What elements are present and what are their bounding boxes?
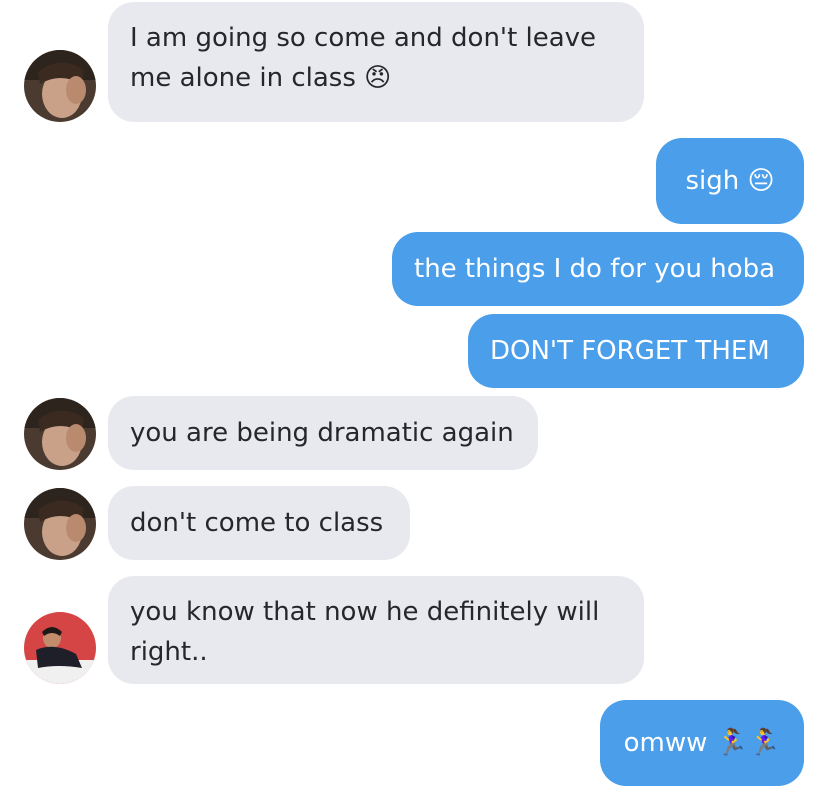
message-bubble[interactable]: you know that now he definitely will rig…	[108, 576, 644, 684]
message-bubble[interactable]: don't come to class	[108, 486, 410, 560]
avatar-photo-icon	[24, 50, 96, 122]
avatar-friend-1[interactable]	[24, 488, 96, 560]
avatar-friend-1[interactable]	[24, 398, 96, 470]
message-text: I am going so come and don't leave me al…	[130, 23, 597, 93]
message-text: the things I do for you hoba	[414, 254, 776, 284]
message-bubble[interactable]: I am going so come and don't leave me al…	[108, 2, 644, 122]
message-bubble[interactable]: omww 🏃‍♀️🏃‍♀️	[600, 700, 804, 786]
message-bubble[interactable]: DON'T FORGET THEM	[468, 314, 804, 388]
message-text: sigh 😔	[685, 166, 775, 196]
avatar-friend-1[interactable]	[24, 50, 96, 122]
message-text: you know that now he definitely will rig…	[130, 597, 600, 667]
message-bubble[interactable]: the things I do for you hoba	[392, 232, 804, 306]
avatar-photo-icon	[24, 612, 96, 684]
message-bubble[interactable]: you are being dramatic again	[108, 396, 538, 470]
avatar-photo-icon	[24, 398, 96, 470]
message-text: DON'T FORGET THEM	[490, 336, 770, 366]
message-text: you are being dramatic again	[130, 418, 514, 448]
chat-thread: I am going so come and don't leave me al…	[0, 0, 828, 804]
message-text: don't come to class	[130, 508, 384, 538]
avatar-friend-2[interactable]	[24, 612, 96, 684]
avatar-photo-icon	[24, 488, 96, 560]
message-bubble[interactable]: sigh 😔	[656, 138, 804, 224]
message-text: omww 🏃‍♀️🏃‍♀️	[623, 728, 781, 758]
